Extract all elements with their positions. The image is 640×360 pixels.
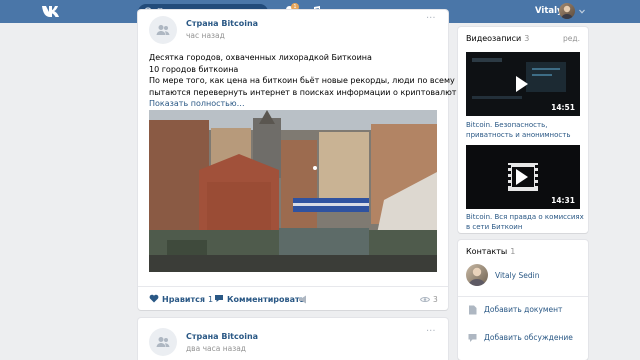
post-text-line: По мере того, как цена на биткоин бьёт н…: [149, 76, 479, 85]
document-icon: [469, 305, 477, 315]
video-duration: 14:51: [551, 103, 575, 112]
eye-icon: [419, 296, 431, 302]
user-avatar[interactable]: [559, 3, 575, 19]
add-document-link[interactable]: Добавить документ: [484, 305, 562, 314]
post-text-line: пытаются перевернуть интернет в поисках …: [149, 87, 464, 97]
post-text-line: 10 городов биткоина: [149, 64, 239, 74]
post-author[interactable]: Страна Bitcoina: [186, 332, 258, 341]
post-text: Десятка городов, охваченных лихорадкой Б…: [149, 52, 479, 110]
comment-icon: [215, 295, 223, 302]
group-avatar[interactable]: [149, 16, 177, 44]
videos-title-text: Видеозаписи: [466, 34, 522, 43]
chevron-down-icon[interactable]: [579, 9, 585, 14]
contacts-count: 1: [510, 247, 516, 256]
post-photo[interactable]: [149, 110, 437, 272]
comment-label: Комментировать: [227, 295, 305, 304]
show-more-link[interactable]: Показать полностью…: [149, 98, 439, 110]
video-title[interactable]: Bitcoin. Безопасность, приватность и ано…: [466, 120, 586, 140]
discussion-icon: [468, 334, 477, 342]
group-icon: [156, 25, 170, 35]
more-options-icon[interactable]: ···: [426, 13, 436, 24]
views-value: 3: [433, 295, 438, 304]
group-avatar[interactable]: [149, 328, 177, 356]
contact-name[interactable]: Vitaly Sedin: [495, 271, 539, 280]
video-thumbnail[interactable]: 14:31: [466, 145, 580, 209]
contacts-title[interactable]: Контакты 1: [466, 247, 515, 256]
post-time[interactable]: час назад: [186, 31, 225, 40]
post-time[interactable]: два часа назад: [186, 344, 246, 353]
more-options-icon[interactable]: ···: [426, 326, 436, 337]
play-icon: [516, 76, 528, 92]
add-discussion-link[interactable]: Добавить обсуждение: [484, 333, 573, 342]
play-icon: [516, 169, 528, 185]
comment-button[interactable]: Комментировать: [214, 294, 305, 304]
video-duration: 14:31: [551, 196, 575, 205]
contacts-title-text: Контакты: [466, 247, 508, 256]
heart-icon: [149, 294, 159, 303]
vk-logo-icon[interactable]: [42, 5, 62, 18]
post-author[interactable]: Страна Bitcoina: [186, 19, 258, 28]
edit-link[interactable]: ред.: [563, 34, 580, 43]
like-button[interactable]: Нравится 1: [149, 294, 213, 304]
contacts-block: Контакты 1 Vitaly Sedin Добавить документ…: [458, 240, 588, 360]
like-label: Нравится: [162, 295, 206, 304]
post-actions: Нравится 1 Комментировать 3: [138, 286, 448, 310]
views-count: 3: [419, 295, 438, 304]
videos-block: Видеозаписи 3 ред. 14:51 Bitcoin. Безопас…: [458, 27, 588, 233]
group-icon: [156, 337, 170, 347]
feed-post: Страна Bitcoina час назад ··· Десятка го…: [138, 10, 479, 310]
contact-avatar[interactable]: [466, 264, 488, 286]
post-text-line: Десятка городов, охваченных лихорадкой Б…: [149, 53, 372, 62]
videos-count: 3: [524, 34, 530, 43]
feed-post: Страна Bitcoina два часа назад ···: [138, 318, 448, 360]
like-count: 1: [208, 295, 214, 304]
video-title[interactable]: Bitcoin. Вся правда о комиссиях в сети Б…: [466, 212, 586, 232]
videos-title[interactable]: Видеозаписи 3: [466, 34, 529, 43]
divider: [458, 296, 588, 297]
video-thumbnail[interactable]: 14:51: [466, 52, 580, 116]
share-icon[interactable]: [298, 295, 308, 304]
